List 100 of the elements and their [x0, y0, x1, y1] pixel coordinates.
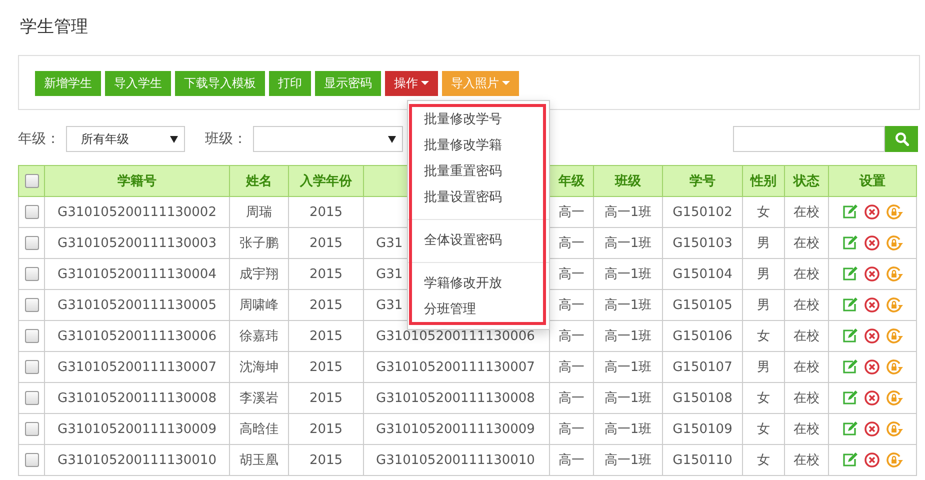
table-cell: G150103	[672, 236, 732, 250]
table-cell: G150109	[672, 422, 732, 436]
table-cell: G31	[376, 266, 403, 282]
search-button[interactable]	[885, 126, 918, 152]
menu-item[interactable]: 分班管理	[408, 296, 549, 322]
table-cell: 高一	[558, 422, 584, 437]
table-cell: G310105200111130010	[58, 452, 216, 468]
menu-item[interactable]: 学籍修改开放	[408, 270, 549, 296]
checkbox[interactable]	[24, 205, 38, 219]
lock-reset-icon[interactable]	[886, 235, 903, 251]
table-cell: 2015	[309, 298, 343, 312]
edit-icon[interactable]	[842, 390, 858, 406]
delete-icon[interactable]	[864, 359, 880, 375]
table-cell: 成宇翔	[240, 267, 278, 282]
menu-item[interactable]: 全体设置密码	[408, 228, 549, 254]
edit-icon[interactable]	[842, 204, 858, 220]
delete-icon[interactable]	[864, 297, 880, 313]
table-cell: 高一1班	[604, 422, 652, 437]
lock-reset-icon[interactable]	[886, 421, 903, 437]
table-cell: 高一1班	[604, 453, 652, 468]
table-cell: 高一1班	[604, 236, 652, 251]
lock-reset-icon[interactable]	[886, 297, 903, 313]
table-cell: 2015	[309, 266, 343, 282]
table-cell: 女	[757, 205, 770, 220]
table-cell: 高晗佳	[240, 422, 278, 437]
column-header: 设置	[860, 174, 886, 189]
lock-reset-icon[interactable]	[886, 328, 903, 344]
search-field[interactable]	[733, 126, 885, 152]
table-cell: 徐嘉玮	[240, 329, 278, 344]
column-header: 班级	[615, 174, 641, 189]
table-cell: 李溪岩	[240, 391, 278, 406]
lock-reset-icon[interactable]	[886, 359, 903, 375]
edit-icon[interactable]	[842, 266, 858, 282]
column-header: 状态	[794, 174, 820, 189]
table-cell: G150106	[672, 328, 732, 344]
table-cell: 高一1班	[604, 329, 652, 344]
lock-reset-icon[interactable]	[886, 452, 903, 468]
checkbox[interactable]	[24, 453, 38, 467]
table-cell: 高一	[558, 453, 584, 468]
toolbar-button[interactable]: 操作	[385, 70, 438, 96]
delete-icon[interactable]	[864, 421, 880, 437]
edit-icon[interactable]	[842, 235, 858, 251]
delete-icon[interactable]	[864, 204, 880, 220]
caret-icon	[388, 136, 396, 142]
column-header: 性别	[750, 174, 776, 189]
caret-icon	[170, 136, 178, 142]
edit-icon[interactable]	[842, 328, 858, 344]
delete-icon[interactable]	[864, 235, 880, 251]
table-cell: G310105200111130003	[58, 236, 216, 250]
menu-item[interactable]: 批量设置密码	[408, 184, 549, 210]
class-select[interactable]	[253, 126, 403, 152]
table-cell: 男	[757, 267, 770, 282]
column-header: 学籍号	[118, 174, 156, 189]
lock-reset-icon[interactable]	[886, 390, 903, 406]
table-cell: 女	[757, 453, 770, 468]
checkbox[interactable]	[24, 267, 38, 281]
checkbox[interactable]	[24, 298, 38, 312]
checkbox[interactable]	[24, 360, 38, 374]
edit-icon[interactable]	[842, 421, 858, 437]
delete-icon[interactable]	[864, 390, 880, 406]
table-cell: 2015	[309, 360, 343, 374]
table-cell: 高一	[558, 267, 584, 282]
table-cell: G310105200111130007	[376, 360, 535, 374]
table-cell: G310105200111130006	[58, 328, 216, 344]
table-cell: 2015	[309, 328, 343, 344]
menu-item[interactable]: 批量修改学籍	[408, 132, 549, 158]
edit-icon[interactable]	[842, 359, 858, 375]
table-cell: 高一	[558, 360, 584, 375]
table-cell: G31	[376, 298, 403, 312]
table-cell: 在校	[794, 422, 820, 437]
checkbox[interactable]	[24, 236, 38, 250]
grade-label: 年级：	[18, 130, 60, 148]
edit-icon[interactable]	[842, 297, 858, 313]
table-cell: 胡玉凰	[240, 453, 278, 468]
checkbox[interactable]	[24, 391, 38, 405]
delete-icon[interactable]	[864, 328, 880, 344]
delete-icon[interactable]	[864, 452, 880, 468]
edit-icon[interactable]	[842, 452, 858, 468]
table-cell: G310105200111130006	[376, 328, 535, 344]
table-cell: 在校	[794, 391, 820, 406]
table-cell: G310105200111130010	[376, 452, 535, 468]
search-icon[interactable]	[894, 132, 908, 146]
table-cell: 高一1班	[604, 391, 652, 406]
delete-icon[interactable]	[864, 266, 880, 282]
table-cell: 2015	[309, 236, 343, 250]
column-header: 年级	[558, 174, 584, 189]
checkbox[interactable]	[24, 422, 38, 436]
menu-item[interactable]: 批量重置密码	[408, 158, 549, 184]
checkbox[interactable]	[24, 174, 38, 188]
lock-reset-icon[interactable]	[886, 266, 903, 282]
table-cell: 高一	[558, 236, 584, 251]
grade-select[interactable]: 所有年级	[66, 126, 185, 152]
table-cell: 2015	[309, 452, 343, 468]
table-cell: 在校	[794, 236, 820, 251]
column-header: 学号	[690, 174, 716, 189]
menu-item[interactable]: 批量修改学号	[408, 106, 549, 132]
table-cell: 在校	[794, 453, 820, 468]
table-cell: G31	[376, 236, 403, 250]
lock-reset-icon[interactable]	[886, 204, 903, 220]
checkbox[interactable]	[24, 329, 38, 343]
